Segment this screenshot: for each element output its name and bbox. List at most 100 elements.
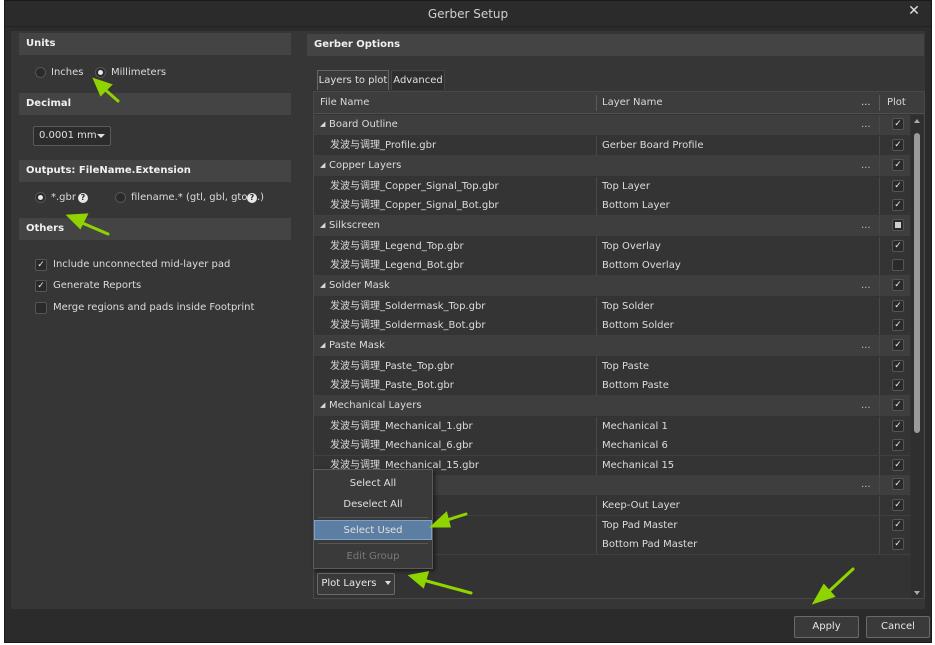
plot-checkbox[interactable]: ✓ <box>892 439 904 451</box>
include-unconnected-pad-label: Include unconnected mid-layer pad <box>53 259 231 270</box>
expand-triangle-icon[interactable]: ◢ <box>320 216 325 235</box>
plot-checkbox[interactable]: ✓ <box>892 338 904 351</box>
millimeters-radio[interactable] <box>95 67 106 78</box>
expand-triangle-icon[interactable]: ◢ <box>320 276 325 295</box>
table-row[interactable]: 发波与调理_Soldermask_Top.gbr Top Solder ✓ <box>314 296 910 316</box>
menu-item-select-used[interactable]: Select Used <box>314 520 432 540</box>
apply-button[interactable]: Apply <box>794 616 859 638</box>
gerber-setup-dialog: Gerber Setup ✕ Units Inches Millimeters … <box>4 0 932 643</box>
plot-checkbox[interactable]: ✓ <box>892 199 904 211</box>
table-row[interactable]: 发波与调理_Copper_Signal_Top.gbr Top Layer ✓ <box>314 176 910 196</box>
plot-checkbox[interactable]: ✓ <box>892 278 904 291</box>
plot-checkbox[interactable]: ✓ <box>892 359 904 372</box>
plot-checkbox[interactable]: ✓ <box>892 179 904 192</box>
layer-name-cell: Top Paste <box>602 360 650 372</box>
plot-checkbox[interactable]: ✓ <box>892 319 904 331</box>
help-icon[interactable]: ? <box>78 193 88 203</box>
plot-checkbox[interactable]: ✓ <box>892 478 904 490</box>
cell-divider <box>879 115 880 134</box>
table-row[interactable]: 发波与调理_Soldermask_Bot.gbr Bottom Solder ✓ <box>314 316 910 335</box>
cell-divider <box>596 436 597 455</box>
group-options-ellipsis[interactable]: ... <box>861 336 871 355</box>
vertical-scrollbar[interactable] <box>911 115 923 598</box>
inches-radio[interactable] <box>35 67 46 78</box>
plot-checkbox[interactable]: ✓ <box>892 379 904 391</box>
menu-item-select-all[interactable]: Select All <box>314 474 432 494</box>
table-row[interactable]: 发波与调理_Paste_Bot.gbr Bottom Paste ✓ <box>314 376 910 395</box>
merge-regions-checkbox[interactable] <box>35 302 47 314</box>
plot-checkbox[interactable] <box>892 259 904 271</box>
decimal-dropdown[interactable]: 0.0001 mm <box>33 126 111 146</box>
cell-divider <box>596 455 597 475</box>
window-title: Gerber Setup <box>427 7 509 21</box>
table-row[interactable]: 发波与调理_Paste_Top.gbr Top Paste ✓ <box>314 356 910 376</box>
layer-name-cell: Top Pad Master <box>602 519 678 531</box>
plot-checkbox[interactable]: ✓ <box>892 458 904 471</box>
plot-checkbox[interactable] <box>892 218 904 231</box>
scroll-thumb[interactable] <box>914 133 920 433</box>
plot-checkbox[interactable]: ✓ <box>892 118 904 130</box>
plot-checkbox[interactable]: ✓ <box>892 239 904 252</box>
group-options-ellipsis[interactable]: ... <box>861 156 871 175</box>
cell-divider <box>879 335 880 355</box>
decimal-value: 0.0001 mm <box>39 130 97 141</box>
expand-triangle-icon[interactable]: ◢ <box>320 396 325 415</box>
group-options-ellipsis[interactable]: ... <box>861 115 871 134</box>
menu-item-deselect-all[interactable]: Deselect All <box>314 495 432 515</box>
table-row[interactable]: 发波与调理_Legend_Bot.gbr Bottom Overlay <box>314 256 910 275</box>
generate-reports-checkbox[interactable]: ✓ <box>35 280 47 292</box>
cell-divider <box>879 155 880 175</box>
cancel-button[interactable]: Cancel <box>866 616 930 638</box>
group-options-ellipsis[interactable]: ... <box>861 396 871 415</box>
group-options-ellipsis[interactable]: ... <box>861 276 871 295</box>
decimal-header: Decimal <box>19 93 291 115</box>
column-plot[interactable]: Plot <box>887 92 906 114</box>
layer-name-cell: Top Layer <box>602 180 650 192</box>
table-row[interactable]: 发波与调理_Copper_Signal_Bot.gbr Bottom Layer ✓ <box>314 196 910 215</box>
plot-layers-button[interactable]: Plot Layers <box>317 573 395 595</box>
close-button[interactable]: ✕ <box>897 1 931 23</box>
filename-extension-radio[interactable] <box>115 192 126 203</box>
group-row[interactable]: ◢ Copper Layers... ✓ <box>314 155 910 175</box>
cell-divider <box>879 535 880 554</box>
scroll-down-icon[interactable] <box>914 591 920 595</box>
plot-checkbox[interactable]: ✓ <box>892 499 904 511</box>
help-icon[interactable]: ? <box>247 193 257 203</box>
expand-triangle-icon[interactable]: ◢ <box>320 115 325 134</box>
cell-divider <box>596 416 597 436</box>
tab-layers-to-plot[interactable]: Layers to plot <box>317 70 389 90</box>
plot-checkbox[interactable]: ✓ <box>892 518 904 531</box>
units-header: Units <box>19 33 291 55</box>
expand-triangle-icon[interactable]: ◢ <box>320 156 325 175</box>
group-options-ellipsis[interactable]: ... <box>861 216 871 235</box>
group-row[interactable]: ◢ Paste Mask... ✓ <box>314 335 910 355</box>
group-label: Copper Layers <box>329 159 402 171</box>
plot-checkbox[interactable]: ✓ <box>892 538 904 550</box>
column-file-name[interactable]: File Name <box>320 92 369 114</box>
scroll-up-icon[interactable] <box>914 119 920 123</box>
include-unconnected-pad-checkbox[interactable]: ✓ <box>35 259 47 271</box>
plot-checkbox[interactable]: ✓ <box>892 158 904 171</box>
plot-checkbox[interactable]: ✓ <box>892 299 904 312</box>
group-row[interactable]: ◢ Mechanical Layers... ✓ <box>314 395 910 415</box>
column-layer-name[interactable]: Layer Name <box>602 92 663 114</box>
chevron-down-icon <box>97 134 105 138</box>
group-options-ellipsis[interactable]: ... <box>861 475 871 494</box>
table-row[interactable]: 发波与调理_Mechanical_6.gbr Mechanical 6 ✓ <box>314 436 910 455</box>
table-row[interactable]: 发波与调理_Profile.gbr Gerber Board Profile ✓ <box>314 136 910 155</box>
group-label: Board Outline <box>329 119 398 130</box>
expand-triangle-icon[interactable]: ◢ <box>320 336 325 355</box>
file-name-cell: 发波与调理_Profile.gbr <box>330 140 437 151</box>
tab-advanced[interactable]: Advanced <box>391 70 445 90</box>
group-row[interactable]: ◢ Board Outline... ✓ <box>314 115 910 134</box>
cell-divider <box>879 236 880 256</box>
plot-checkbox[interactable]: ✓ <box>892 398 904 411</box>
table-row[interactable]: 发波与调理_Legend_Top.gbr Top Overlay ✓ <box>314 236 910 256</box>
row-divider <box>314 354 910 356</box>
plot-checkbox[interactable]: ✓ <box>892 139 904 151</box>
plot-checkbox[interactable]: ✓ <box>892 419 904 432</box>
table-row[interactable]: 发波与调理_Mechanical_1.gbr Mechanical 1 ✓ <box>314 416 910 436</box>
group-row[interactable]: ◢ Silkscreen... <box>314 215 910 235</box>
group-row[interactable]: ◢ Solder Mask... ✓ <box>314 275 910 295</box>
gbr-extension-radio[interactable] <box>35 192 46 203</box>
